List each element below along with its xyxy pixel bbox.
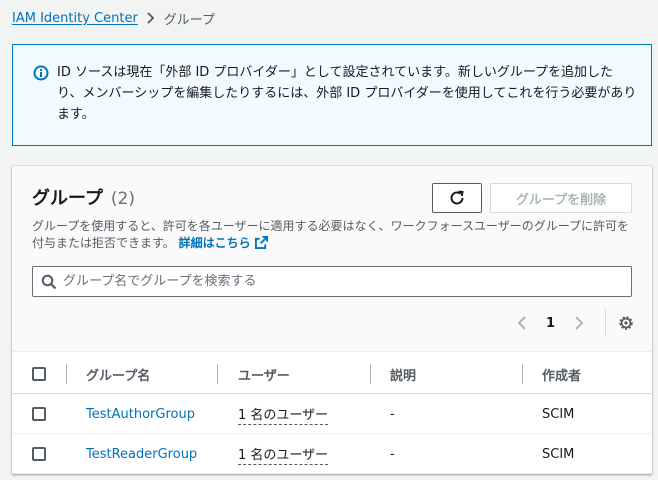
column-divider (217, 364, 218, 384)
panel-description: グループを使用すると、許可を各ユーザーに適用する必要はなく、ワークフォースユーザ… (32, 218, 636, 252)
groups-table: グループ名 ユーザー 説明 作成者 TestAuthorGroup 1 名のユー… (12, 354, 652, 474)
breadcrumb: IAM Identity Center グループ (12, 7, 215, 29)
table-row: TestReaderGroup 1 名のユーザー - SCIM (12, 434, 652, 474)
pagination: 1 (512, 309, 636, 337)
description-text: グループを使用すると、許可を各ユーザーに適用する必要はなく、ワークフォースユーザ… (32, 219, 630, 250)
refresh-icon (450, 190, 464, 205)
group-count: (2) (110, 189, 136, 209)
group-name-link[interactable]: TestReaderGroup (86, 434, 197, 474)
learn-more-label: 詳細はこちら (178, 236, 251, 250)
info-icon (33, 65, 49, 81)
column-header-description[interactable]: 説明 (390, 354, 416, 394)
groups-panel: グループ (2) グループを削除 グループを使用すると、許可を各ユーザーに適用す… (12, 166, 652, 474)
search-field[interactable] (32, 266, 632, 297)
current-page[interactable]: 1 (546, 316, 555, 331)
group-name-link[interactable]: TestAuthorGroup (86, 394, 195, 434)
column-divider (66, 364, 67, 384)
row-checkbox[interactable] (32, 447, 46, 461)
alert-text: ID ソースは現在「外部 ID プロバイダー」として設定されています。新しいグル… (57, 65, 637, 122)
column-divider (370, 364, 371, 384)
users-cell: 1 名のユーザー (238, 394, 329, 434)
user-count-popover[interactable]: 1 名のユーザー (238, 404, 329, 425)
creator-cell: SCIM (542, 406, 575, 422)
next-page-icon[interactable] (569, 313, 589, 333)
column-header-users[interactable]: ユーザー (238, 354, 290, 394)
table-header-row: グループ名 ユーザー 説明 作成者 (12, 354, 652, 394)
table-row: TestAuthorGroup 1 名のユーザー - SCIM (12, 394, 652, 434)
breadcrumb-current: グループ (163, 12, 216, 28)
users-cell: 1 名のユーザー (238, 434, 329, 474)
user-count-popover[interactable]: 1 名のユーザー (238, 444, 329, 465)
breadcrumb-link-iam-identity-center[interactable]: IAM Identity Center (12, 11, 138, 26)
info-alert: ID ソースは現在「外部 ID プロバイダー」として設定されています。新しいグル… (12, 44, 652, 146)
column-divider (522, 364, 523, 384)
row-checkbox-cell (32, 434, 46, 474)
search-input[interactable] (63, 274, 623, 289)
refresh-button[interactable] (432, 183, 482, 213)
creator-cell: SCIM (542, 446, 575, 462)
search-icon (41, 274, 57, 289)
description-cell: - (390, 446, 395, 462)
panel-header: グループ (2) グループを削除 グループを使用すると、許可を各ユーザーに適用す… (12, 166, 652, 352)
panel-title-text: グループ (32, 188, 103, 209)
external-link-icon (254, 236, 268, 249)
chevron-right-icon (146, 12, 156, 24)
panel-title: グループ (2) (32, 184, 135, 210)
pager-divider (605, 309, 607, 337)
row-checkbox-cell (32, 394, 46, 434)
delete-group-button[interactable]: グループを削除 (490, 183, 632, 213)
gear-icon[interactable] (616, 313, 636, 333)
select-all-checkbox[interactable] (32, 367, 46, 381)
column-header-group-name[interactable]: グループ名 (86, 354, 150, 394)
select-all-cell (32, 354, 46, 394)
column-header-creator[interactable]: 作成者 (542, 354, 581, 394)
description-cell: - (390, 406, 395, 422)
learn-more-link[interactable]: 詳細はこちら (179, 236, 268, 250)
row-checkbox[interactable] (32, 407, 46, 421)
previous-page-icon[interactable] (512, 313, 532, 333)
